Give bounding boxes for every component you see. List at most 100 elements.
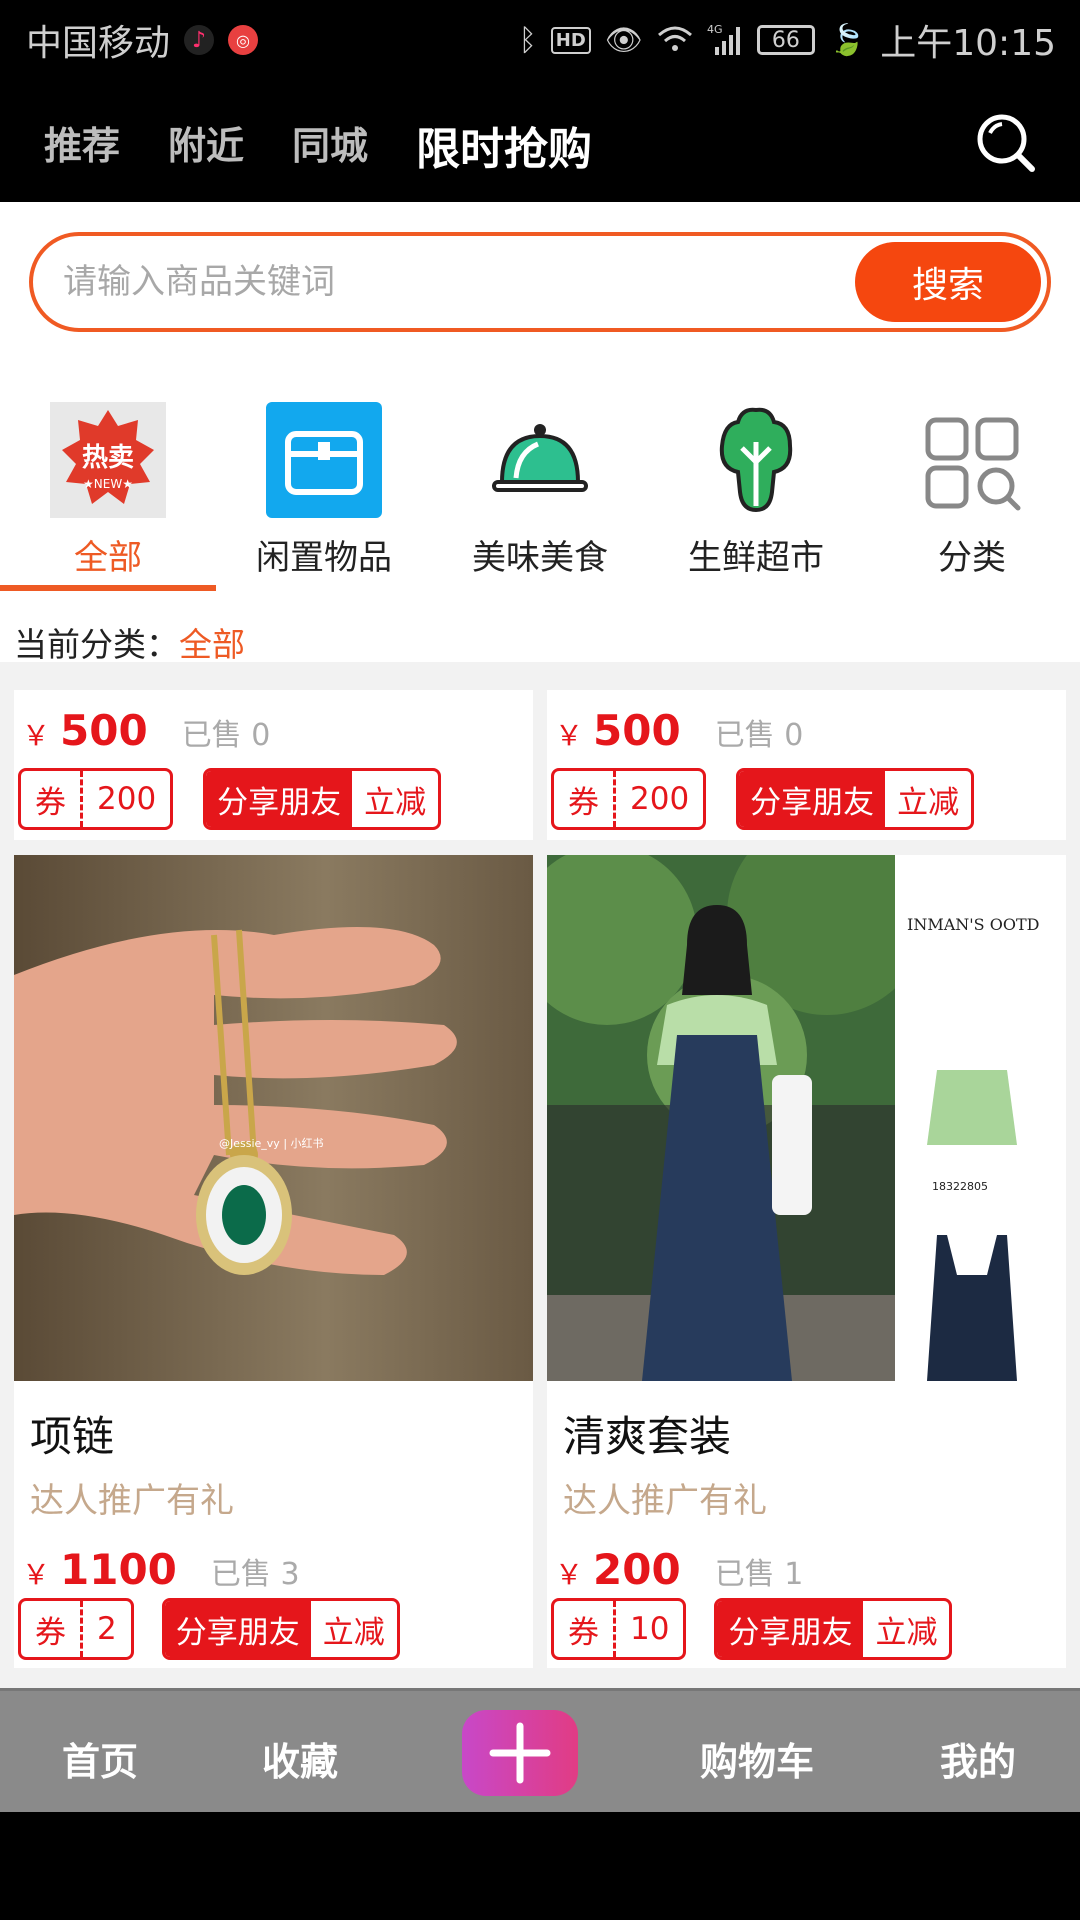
coupon-value: 2 (97, 1611, 117, 1647)
product-image[interactable]: @Jessie_vy | 小红书 (14, 855, 533, 1381)
share-discount-button[interactable]: 分享朋友 立减 (714, 1598, 953, 1660)
current-category-value: 全部 (179, 625, 245, 664)
product-card-necklace[interactable]: @Jessie_vy | 小红书 项链 达人推广有礼 ￥ 1100 已售 3 券… (14, 855, 533, 1668)
search-icon[interactable] (976, 113, 1036, 173)
category-label: 闲置物品 (256, 538, 392, 578)
currency-symbol: ￥ (22, 1558, 51, 1591)
bottom-nav: 首页 收藏 购物车 我的 (0, 1688, 1080, 1812)
product-grid: ￥ 500 已售 0 券 200 分享朋友 立减 ￥ 500 已售 0 券 20… (0, 662, 1080, 1688)
discount-label: 立减 (364, 784, 427, 821)
coupon-tag[interactable]: 券 200 (18, 768, 174, 830)
search-bar: 搜索 (29, 232, 1051, 332)
category-all-categories[interactable]: 分类 (864, 395, 1080, 595)
category-label: 全部 (74, 538, 142, 578)
product-price: 200 (593, 1545, 681, 1594)
discount-label: 立减 (322, 1614, 385, 1651)
product-image[interactable]: INMAN'S OOTD 18322805 (547, 855, 1066, 1381)
tab-recommend[interactable]: 推荐 (44, 115, 120, 170)
grid-icon (914, 402, 1030, 518)
currency-symbol: ￥ (555, 1558, 584, 1591)
tab-nearby[interactable]: 附近 (168, 115, 244, 170)
nav-profile[interactable]: 我的 (940, 1731, 1016, 1786)
product-card[interactable]: ￥ 500 已售 0 券 200 分享朋友 立减 (547, 690, 1066, 840)
box-icon (266, 402, 382, 518)
carrier-label: 中国移动 (26, 23, 171, 64)
category-bar: 热卖 ★NEW★ 全部 闲置物品 美味美食 生鲜超市 分类 (0, 395, 1080, 595)
current-category-prefix: 当前分类： (14, 625, 179, 664)
hd-icon: HD (550, 26, 591, 54)
hot-sale-badge-sub: ★NEW★ (83, 477, 133, 491)
share-discount-button[interactable]: 分享朋友 立减 (203, 768, 442, 830)
leaf-icon: 🍃 (828, 22, 867, 58)
discount-label: 立减 (897, 784, 960, 821)
search-input[interactable] (63, 252, 843, 312)
product-subtitle: 达人推广有礼 (30, 1481, 234, 1521)
sold-count: 已售 3 (210, 1557, 300, 1592)
coupon-tag[interactable]: 券 10 (551, 1598, 687, 1660)
system-navigation-bar (0, 1812, 1080, 1920)
product-price: 500 (60, 706, 148, 755)
app-screen: 中国移动 ♪ ◎ ᛒ HD 👁 4G 66 🍃 上午10:15 推荐 附近 同城… (0, 0, 1080, 1920)
nav-home[interactable]: 首页 (62, 1731, 138, 1786)
category-label: 生鲜超市 (688, 538, 824, 578)
tiktok-icon: ♪ (184, 25, 215, 55)
plus-icon (489, 1722, 551, 1784)
share-discount-button[interactable]: 分享朋友 立减 (736, 768, 975, 830)
current-category: 当前分类：全部 (14, 618, 245, 666)
hot-sale-badge-text: 热卖 (82, 443, 134, 473)
currency-symbol: ￥ (555, 719, 584, 752)
app-icon: ◎ (228, 25, 259, 55)
signal-icon: 4G (707, 23, 740, 55)
category-label: 美味美食 (472, 538, 608, 578)
product-card[interactable]: ￥ 500 已售 0 券 200 分享朋友 立减 (14, 690, 533, 840)
coupon-label: 券 (554, 771, 616, 827)
tab-same-city[interactable]: 同城 (292, 115, 368, 170)
coupon-label: 券 (554, 1601, 616, 1657)
clock: 上午10:15 (880, 23, 1056, 64)
share-label: 分享朋友 (717, 1601, 864, 1657)
share-label: 分享朋友 (164, 1601, 311, 1657)
coupon-value: 200 (630, 781, 690, 817)
category-food[interactable]: 美味美食 (432, 395, 648, 595)
sold-count: 已售 0 (714, 718, 804, 753)
food-cover-icon (482, 402, 598, 518)
product-title: 清爽套装 (563, 1412, 732, 1461)
eye-icon: 👁 (604, 22, 643, 58)
battery-icon: 66 (756, 25, 815, 55)
tab-flash-sale[interactable]: 限时抢购 (416, 113, 592, 177)
product-title: 项链 (30, 1412, 115, 1461)
category-label: 分类 (938, 538, 1006, 578)
wifi-icon (657, 26, 692, 51)
product-price: 500 (593, 706, 681, 755)
nav-cart[interactable]: 购物车 (700, 1731, 814, 1786)
product-subtitle: 达人推广有礼 (563, 1481, 767, 1521)
network-type-label: 4G (707, 23, 723, 36)
status-bar: 中国移动 ♪ ◎ ᛒ HD 👁 4G 66 🍃 上午10:15 (0, 0, 1080, 75)
nav-favorites[interactable]: 收藏 (262, 1731, 338, 1786)
category-idle-items[interactable]: 闲置物品 (216, 395, 432, 595)
publish-button[interactable] (462, 1710, 578, 1796)
currency-symbol: ￥ (22, 719, 51, 752)
sold-count: 已售 1 (714, 1557, 804, 1592)
share-label: 分享朋友 (206, 771, 353, 827)
product-card-outfit[interactable]: INMAN'S OOTD 18322805 清爽套装 达人推广有礼 ￥ 200 … (547, 855, 1066, 1668)
product-price: 1100 (60, 1545, 177, 1594)
coupon-value: 200 (97, 781, 157, 817)
sold-count: 已售 0 (181, 718, 271, 753)
bluetooth-icon: ᛒ (518, 22, 537, 58)
share-discount-button[interactable]: 分享朋友 立减 (161, 1598, 400, 1660)
coupon-tag[interactable]: 券 200 (551, 768, 707, 830)
category-all[interactable]: 热卖 ★NEW★ 全部 (0, 395, 216, 595)
coupon-label: 券 (21, 771, 83, 827)
coupon-tag[interactable]: 券 2 (18, 1598, 134, 1660)
share-label: 分享朋友 (739, 771, 886, 827)
image-text-title: INMAN'S OOTD (907, 915, 1039, 934)
category-active-indicator (0, 585, 216, 591)
search-button[interactable]: 搜索 (855, 242, 1041, 322)
category-fresh-market[interactable]: 生鲜超市 (648, 395, 864, 595)
battery-level: 66 (771, 27, 800, 53)
vegetable-icon (698, 402, 814, 518)
top-nav: 推荐 附近 同城 限时抢购 (0, 75, 1080, 202)
image-watermark: @Jessie_vy | 小红书 (219, 1137, 324, 1150)
image-text-code: 18322805 (932, 1180, 988, 1193)
